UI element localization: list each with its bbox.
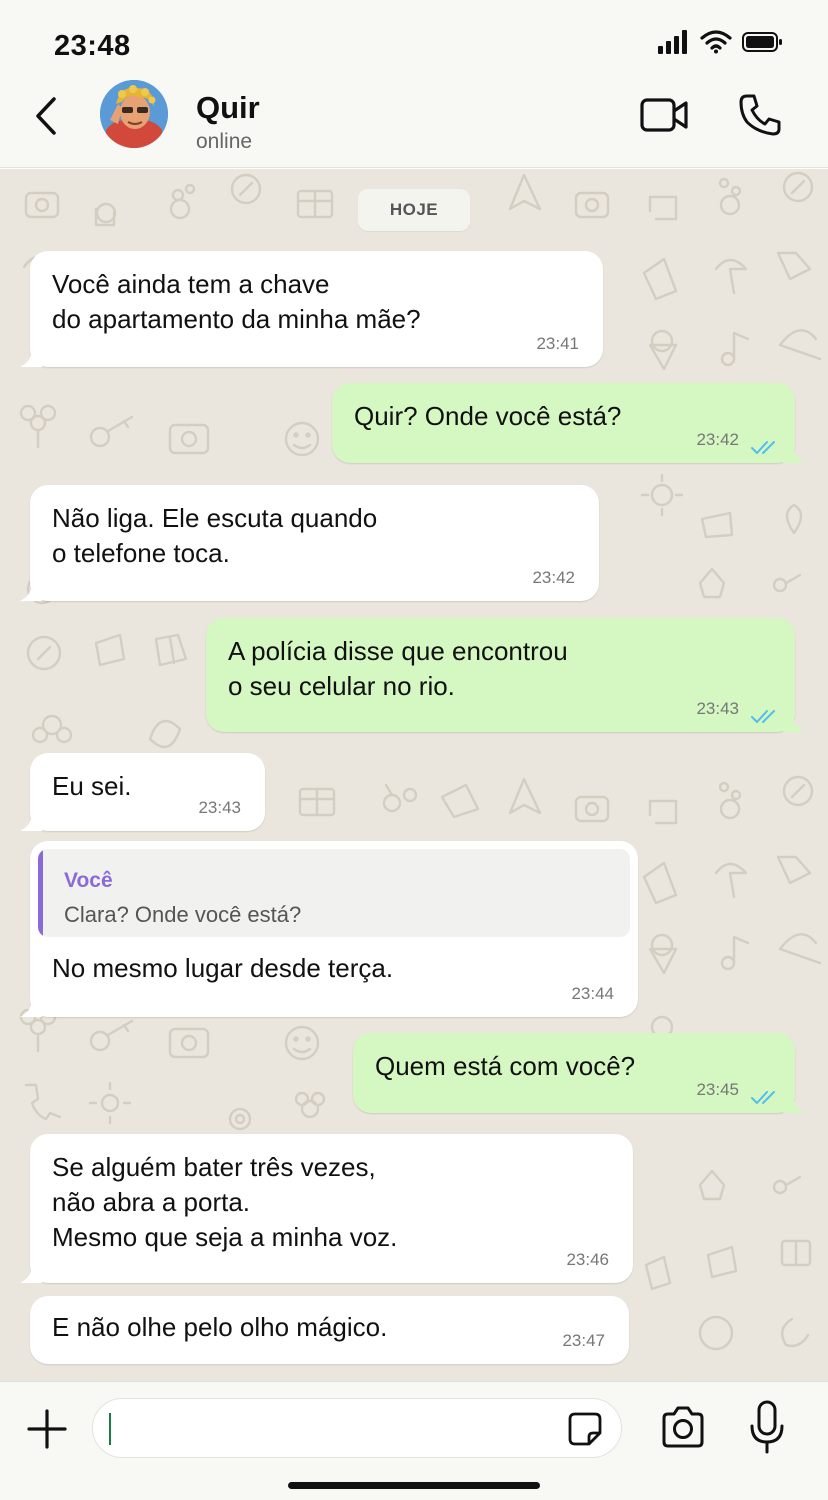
chat-header: Quir online	[0, 80, 828, 168]
sticker-button[interactable]	[567, 1411, 603, 1447]
message-time: 23:43	[696, 699, 739, 718]
bubble-tail	[20, 813, 42, 831]
message-incoming[interactable]: Eu sei. 23:43	[20, 753, 265, 831]
quoted-message[interactable]: Você Clara? Onde você está?	[38, 849, 630, 937]
avatar-image	[100, 80, 168, 148]
status-time: 23:48	[54, 30, 131, 62]
message-time: 23:47	[562, 1331, 605, 1350]
video-camera-icon	[640, 98, 688, 132]
home-indicator[interactable]	[288, 1482, 540, 1489]
chat-area[interactable]: HOJE Você ainda tem a chave do apartamen…	[0, 169, 828, 1381]
avatar[interactable]	[100, 80, 168, 148]
video-call-button[interactable]	[638, 94, 690, 136]
attach-button[interactable]	[26, 1408, 68, 1450]
message-time: 23:42	[532, 568, 575, 587]
battery-icon	[742, 32, 782, 52]
bubble-tail	[20, 583, 42, 601]
bubble-tail	[20, 349, 42, 367]
contact-name[interactable]: Quir	[196, 90, 260, 126]
message-time: 23:42	[696, 430, 739, 449]
microphone-icon	[750, 1400, 784, 1454]
bubble-tail	[783, 1095, 805, 1113]
message-text: Se alguém bater três vezes, não abra a p…	[52, 1152, 398, 1252]
message-incoming[interactable]: Você ainda tem a chave do apartamento da…	[20, 251, 603, 367]
message-input-field[interactable]	[92, 1398, 622, 1458]
double-check-icon	[751, 441, 775, 454]
bubble-tail	[783, 714, 805, 732]
message-text: Não liga. Ele escuta quando o telefone t…	[52, 503, 378, 568]
double-check-icon	[751, 1091, 775, 1104]
contact-status: online	[196, 130, 253, 153]
camera-button[interactable]	[660, 1406, 706, 1448]
bubble-tail	[783, 445, 805, 463]
message-incoming-reply[interactable]: Você Clara? Onde você está? No mesmo lug…	[20, 841, 638, 1017]
message-text: E não olhe pelo olho mágico.	[52, 1312, 388, 1342]
back-button[interactable]	[26, 94, 66, 138]
message-incoming[interactable]: Não liga. Ele escuta quando o telefone t…	[20, 485, 599, 601]
camera-icon	[662, 1406, 704, 1448]
message-text: No mesmo lugar desde terça.	[52, 953, 394, 983]
voice-message-button[interactable]	[748, 1400, 786, 1454]
status-bar: 23:48	[0, 0, 828, 84]
quoted-text: Clara? Onde você está?	[64, 902, 302, 927]
message-text: Quir? Onde você está?	[354, 401, 622, 431]
message-incoming[interactable]: Se alguém bater três vezes, não abra a p…	[20, 1134, 633, 1283]
bubble-tail	[20, 1265, 42, 1283]
message-outgoing[interactable]: Quir? Onde você está? 23:42	[332, 383, 805, 463]
chevron-left-icon	[36, 97, 56, 135]
status-icons	[658, 30, 784, 54]
message-input[interactable]	[109, 1405, 549, 1453]
message-outgoing[interactable]: Quem está com você? 23:45	[353, 1033, 805, 1113]
day-separator: HOJE	[358, 189, 470, 231]
message-text: Você ainda tem a chave do apartamento da…	[52, 269, 421, 334]
voice-call-button[interactable]	[737, 92, 783, 138]
message-time: 23:44	[571, 984, 614, 1003]
plus-icon	[27, 1409, 67, 1449]
quoted-author: Você	[64, 869, 113, 892]
quote-accent-bar	[38, 849, 43, 937]
composer-bar	[0, 1381, 828, 1500]
sticker-icon	[568, 1412, 602, 1446]
message-incoming[interactable]: E não olhe pelo olho mágico. 23:47	[30, 1296, 629, 1364]
phone-icon	[739, 94, 781, 136]
message-text: A polícia disse que encontrou o seu celu…	[228, 636, 568, 701]
bubble-tail	[20, 999, 42, 1017]
message-text: Eu sei.	[52, 771, 132, 801]
message-time: 23:41	[536, 334, 579, 353]
double-check-icon	[751, 710, 775, 723]
message-time: 23:45	[696, 1080, 739, 1099]
message-time: 23:43	[198, 798, 241, 817]
message-text: Quem está com você?	[375, 1051, 636, 1081]
signal-icon	[658, 30, 687, 54]
message-time: 23:46	[566, 1250, 609, 1269]
message-outgoing[interactable]: A polícia disse que encontrou o seu celu…	[206, 618, 805, 732]
wifi-icon	[700, 30, 732, 54]
